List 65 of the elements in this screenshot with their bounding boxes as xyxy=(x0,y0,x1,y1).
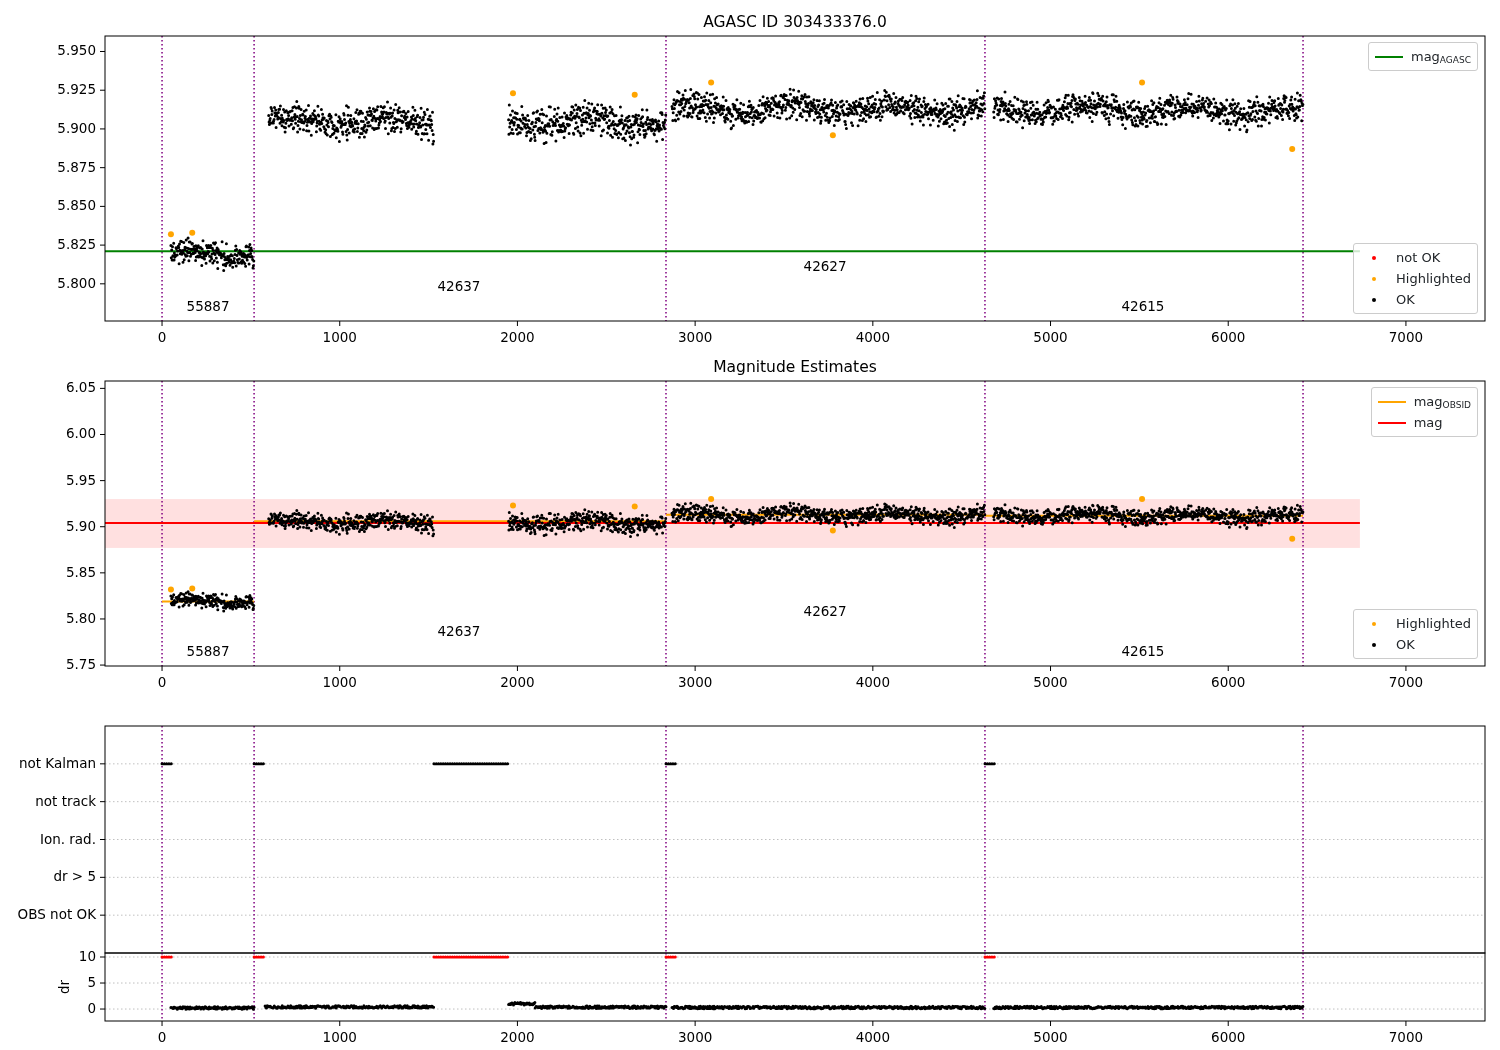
tick-label: 5.900 xyxy=(57,119,96,136)
row-label: OBS not OK xyxy=(17,906,96,923)
tick-label: 3000 xyxy=(677,329,713,345)
legend-label: not OK xyxy=(1396,249,1441,267)
tick-label: 0 xyxy=(157,1029,167,1045)
tick-label: 5.800 xyxy=(57,274,96,291)
tick-label: 10 xyxy=(78,948,96,964)
tick-label: 7000 xyxy=(1388,674,1424,690)
tick-label: 5.925 xyxy=(57,81,96,98)
tick-label: 5.825 xyxy=(57,236,96,253)
tick-label: 5000 xyxy=(1033,329,1068,345)
axis-label: dr xyxy=(56,979,72,995)
tick-label: 5.75 xyxy=(65,656,96,673)
row-label: Ion. rad. xyxy=(39,830,96,847)
tick-label: 1000 xyxy=(322,1029,357,1045)
tick-label: 6000 xyxy=(1211,1029,1246,1045)
tick-label: 3000 xyxy=(677,1029,713,1045)
tick-label: 1000 xyxy=(322,674,357,690)
tick-label: 5000 xyxy=(1033,1029,1068,1045)
tick-label: 7000 xyxy=(1388,329,1424,345)
tick-label: 1000 xyxy=(322,329,357,345)
tick-label: 5.950 xyxy=(57,42,96,59)
tick-label: 6.05 xyxy=(65,379,96,396)
row-label: dr > 5 xyxy=(53,868,96,885)
tick-label: 4000 xyxy=(855,1029,890,1045)
legend-label: OK xyxy=(1396,636,1415,654)
obsid-label: 42615 xyxy=(1121,298,1165,315)
tick-label: 5000 xyxy=(1033,674,1068,690)
chart-title: Magnitude Estimates xyxy=(713,358,877,376)
tick-label: 5 xyxy=(87,974,96,990)
tick-label: 4000 xyxy=(855,329,890,345)
legend-label: OK xyxy=(1396,291,1415,309)
row-label: not track xyxy=(35,792,96,809)
tick-label: 5.95 xyxy=(65,471,96,488)
tick-label: 2000 xyxy=(500,1029,535,1045)
tick-label: 6000 xyxy=(1211,329,1246,345)
tick-label: 7000 xyxy=(1388,1029,1424,1045)
legend-label: mag xyxy=(1413,414,1443,432)
tick-label: 2000 xyxy=(500,674,535,690)
tick-label: 4000 xyxy=(855,674,890,690)
chart-title: AGASC ID 303433376.0 xyxy=(703,13,887,31)
tick-label: 5.80 xyxy=(65,609,96,626)
obsid-label: 42627 xyxy=(803,603,847,620)
tick-label: 3000 xyxy=(677,674,713,690)
tick-label: 2000 xyxy=(500,329,535,345)
legend-label: mag$_{AGASC}$ xyxy=(1410,48,1471,67)
tick-label: 0 xyxy=(87,1000,96,1017)
legend-label: Highlighted xyxy=(1396,270,1471,288)
tick-label: 6.00 xyxy=(65,425,96,442)
obsid-label: 42615 xyxy=(1121,643,1165,660)
obsid-label: 42637 xyxy=(437,278,481,295)
obsid-label: 42627 xyxy=(803,258,847,275)
obsid-label: 42637 xyxy=(437,623,481,640)
row-label: not Kalman xyxy=(18,754,96,771)
tick-label: 5.85 xyxy=(65,563,96,580)
legend-label: mag$_{OBSID}$ xyxy=(1413,393,1471,412)
obsid-label: 55887 xyxy=(186,643,230,660)
tick-label: 0 xyxy=(157,329,167,345)
tick-label: 5.875 xyxy=(57,158,96,175)
tick-label: 5.850 xyxy=(57,197,96,214)
tick-label: 0 xyxy=(157,674,167,690)
legend-label: Highlighted xyxy=(1396,615,1471,633)
obsid-label: 55887 xyxy=(186,298,230,315)
tick-label: 5.90 xyxy=(65,517,96,534)
tick-label: 6000 xyxy=(1211,674,1246,690)
